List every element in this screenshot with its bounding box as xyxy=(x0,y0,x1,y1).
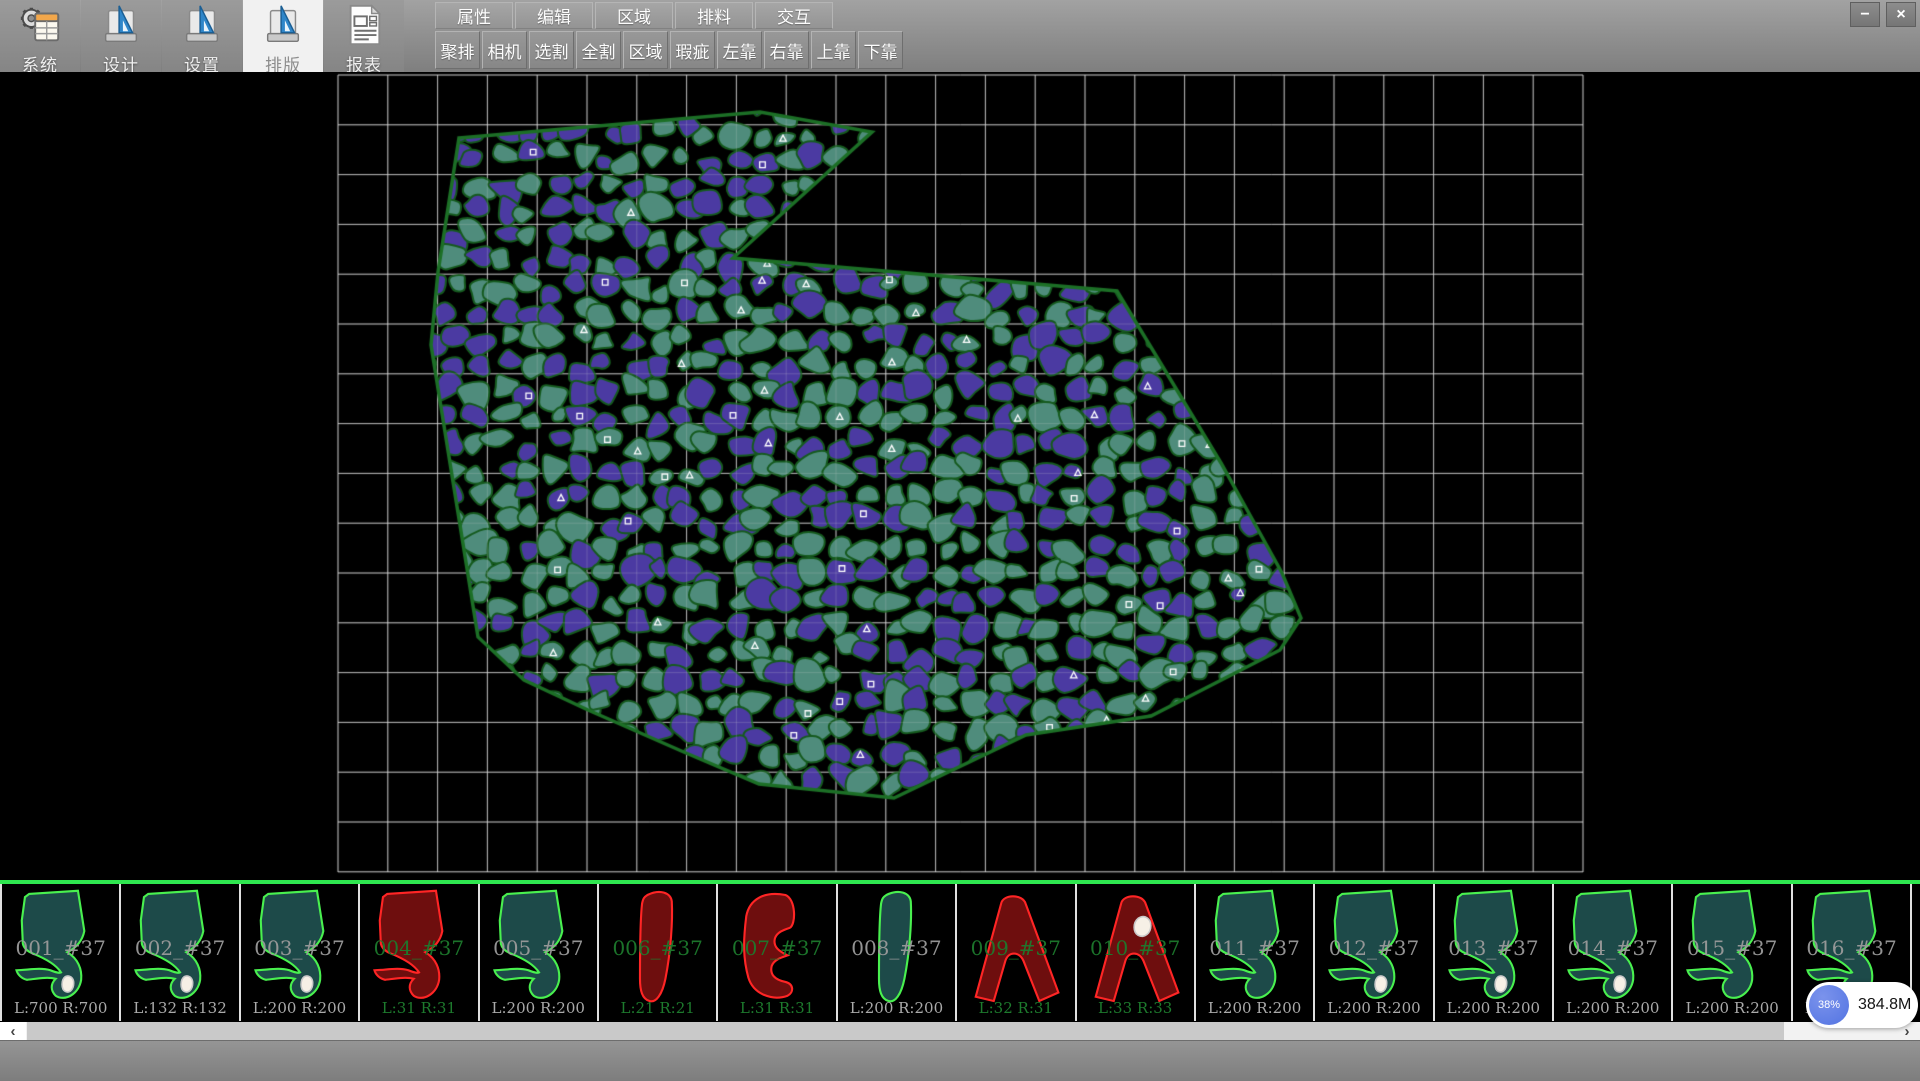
tool-button-align-top[interactable]: 上靠 xyxy=(811,31,856,69)
tool-button-region[interactable]: 区域 xyxy=(623,31,668,69)
part-thumbnail[interactable]: 003_#37 L:200 R:200 xyxy=(241,884,360,1021)
menu-tab-nest[interactable]: 排料 xyxy=(675,2,753,29)
part-name: 012_#37 xyxy=(1315,936,1432,960)
tool-button-align-bottom[interactable]: 下靠 xyxy=(858,31,903,69)
tool-button-select-cut[interactable]: 选割 xyxy=(529,31,574,69)
part-lr-count: L:21 R:21 xyxy=(599,999,716,1017)
part-name: 002_#37 xyxy=(121,936,238,960)
defect-hole xyxy=(1134,917,1151,937)
report-doc-icon xyxy=(341,2,387,53)
part-lr-count: L:200 R:200 xyxy=(1315,999,1432,1017)
design-ruler-icon xyxy=(98,2,144,53)
defect-hole xyxy=(1495,976,1507,992)
part-name: 015_#37 xyxy=(1673,936,1790,960)
part-lr-count: L:200 R:200 xyxy=(480,999,597,1017)
main-tab-system[interactable]: 系统 xyxy=(0,0,80,72)
part-thumbnail[interactable]: 006_#37 L:21 R:21 xyxy=(599,884,718,1021)
part-lr-count: L:200 R:200 xyxy=(1554,999,1671,1017)
tool-button-align-left[interactable]: 左靠 xyxy=(717,31,762,69)
main-tab-design[interactable]: 设计 xyxy=(81,0,161,72)
part-name: 014_#37 xyxy=(1554,936,1671,960)
part-lr-count: L:132 R:132 xyxy=(121,999,238,1017)
close-button[interactable]: × xyxy=(1886,2,1916,27)
part-lr-count: L:200 R:200 xyxy=(838,999,955,1017)
window-controls: − × xyxy=(1850,2,1916,27)
part-lr-count: L:200 R:200 xyxy=(1196,999,1313,1017)
scrollbar-thumb[interactable] xyxy=(27,1022,1784,1040)
defect-hole xyxy=(1614,976,1626,992)
nesting-ruler-icon xyxy=(260,2,306,53)
tool-button-align-right[interactable]: 右靠 xyxy=(764,31,809,69)
tool-button-row: 聚排相机选割全割区域瑕疵左靠右靠上靠下靠 xyxy=(435,31,905,69)
nesting-canvas[interactable] xyxy=(0,72,1920,882)
part-thumbnail[interactable]: 002_#37 L:132 R:132 xyxy=(121,884,240,1021)
memory-value: 384.8M xyxy=(1858,996,1911,1014)
menu-tab-properties[interactable]: 属性 xyxy=(435,2,513,29)
menu-tab-edit[interactable]: 编辑 xyxy=(515,2,593,29)
main-button-bar: 系统 设计 设置 排版 报表 xyxy=(0,0,405,72)
minimize-button[interactable]: − xyxy=(1850,2,1880,27)
part-thumbnail[interactable]: 004_#37 L:31 R:31 xyxy=(360,884,479,1021)
part-name: 001_#37 xyxy=(2,936,119,960)
part-thumbnail[interactable]: 010_#37 L:33 R:33 xyxy=(1077,884,1196,1021)
part-name: 006_#37 xyxy=(599,936,716,960)
tool-button-camera[interactable]: 相机 xyxy=(482,31,527,69)
part-lr-count: L:31 R:31 xyxy=(718,999,835,1017)
part-name: 007_#37 xyxy=(718,936,835,960)
part-lr-count: L:32 R:31 xyxy=(957,999,1074,1017)
scroll-left-button[interactable]: ‹ xyxy=(0,1022,26,1040)
part-thumbnail[interactable]: 011_#37 L:200 R:200 xyxy=(1196,884,1315,1021)
part-thumbnail[interactable]: 013_#37 L:200 R:200 xyxy=(1435,884,1554,1021)
part-lr-count: L:700 R:700 xyxy=(2,999,119,1017)
horizontal-scrollbar[interactable]: ‹ › xyxy=(0,1022,1920,1040)
part-lr-count: L:200 R:200 xyxy=(1673,999,1790,1017)
menu-tab-region[interactable]: 区域 xyxy=(595,2,673,29)
status-bar xyxy=(0,1040,1920,1081)
main-tab-report[interactable]: 报表 xyxy=(324,0,404,72)
defect-hole xyxy=(1375,976,1387,992)
memory-percent-indicator: 38% xyxy=(1809,985,1849,1025)
part-lr-count: L:31 R:31 xyxy=(360,999,477,1017)
part-name: 016_#37 xyxy=(1793,936,1910,960)
defect-hole xyxy=(62,976,74,992)
parts-filmstrip: 001_#37 L:700 R:700 002_#37 L:132 R:132 00… xyxy=(0,880,1920,1022)
part-lr-count: L:200 R:200 xyxy=(1435,999,1552,1017)
part-thumbnail[interactable]: 008_#37 L:200 R:200 xyxy=(838,884,957,1021)
part-thumbnail[interactable]: 007_#37 L:31 R:31 xyxy=(718,884,837,1021)
part-thumbnail[interactable]: 014_#37 L:200 R:200 xyxy=(1554,884,1673,1021)
part-thumbnail[interactable]: 001_#37 L:700 R:700 xyxy=(2,884,121,1021)
tool-button-cluster-nest[interactable]: 聚排 xyxy=(435,31,480,69)
part-lr-count: L:200 R:200 xyxy=(241,999,358,1017)
tool-button-cut-all[interactable]: 全割 xyxy=(576,31,621,69)
part-name: 011_#37 xyxy=(1196,936,1313,960)
part-name: 013_#37 xyxy=(1435,936,1552,960)
part-name: 008_#37 xyxy=(838,936,955,960)
filmstrip-cells: 001_#37 L:700 R:700 002_#37 L:132 R:132 00… xyxy=(0,884,1920,1021)
settings-ruler-icon xyxy=(179,2,225,53)
tool-button-defect[interactable]: 瑕疵 xyxy=(670,31,715,69)
part-thumbnail[interactable]: 009_#37 L:32 R:31 xyxy=(957,884,1076,1021)
part-name: 004_#37 xyxy=(360,936,477,960)
menu-tab-interact[interactable]: 交互 xyxy=(755,2,833,29)
part-thumbnail[interactable]: 005_#37 L:200 R:200 xyxy=(480,884,599,1021)
memory-usage-badge: 38% 384.8M xyxy=(1806,982,1918,1028)
defect-hole xyxy=(301,976,313,992)
main-tab-nesting[interactable]: 排版 xyxy=(243,0,323,72)
top-toolbar: 系统 设计 设置 排版 报表 属性编辑区域排料交互 聚排相机选割全割区域瑕疵左靠… xyxy=(0,0,1920,73)
defect-hole xyxy=(181,976,193,992)
menu-tab-row: 属性编辑区域排料交互 xyxy=(435,2,835,29)
main-tab-settings[interactable]: 设置 xyxy=(162,0,242,72)
part-name: 005_#37 xyxy=(480,936,597,960)
system-gear-icon xyxy=(17,2,63,53)
part-thumbnail[interactable]: 015_#37 L:200 R:200 xyxy=(1673,884,1792,1021)
part-name: 009_#37 xyxy=(957,936,1074,960)
part-name: 003_#37 xyxy=(241,936,358,960)
part-thumbnail[interactable]: 012_#37 L:200 R:200 xyxy=(1315,884,1434,1021)
part-name: 010_#37 xyxy=(1077,936,1194,960)
part-lr-count: L:33 R:33 xyxy=(1077,999,1194,1017)
